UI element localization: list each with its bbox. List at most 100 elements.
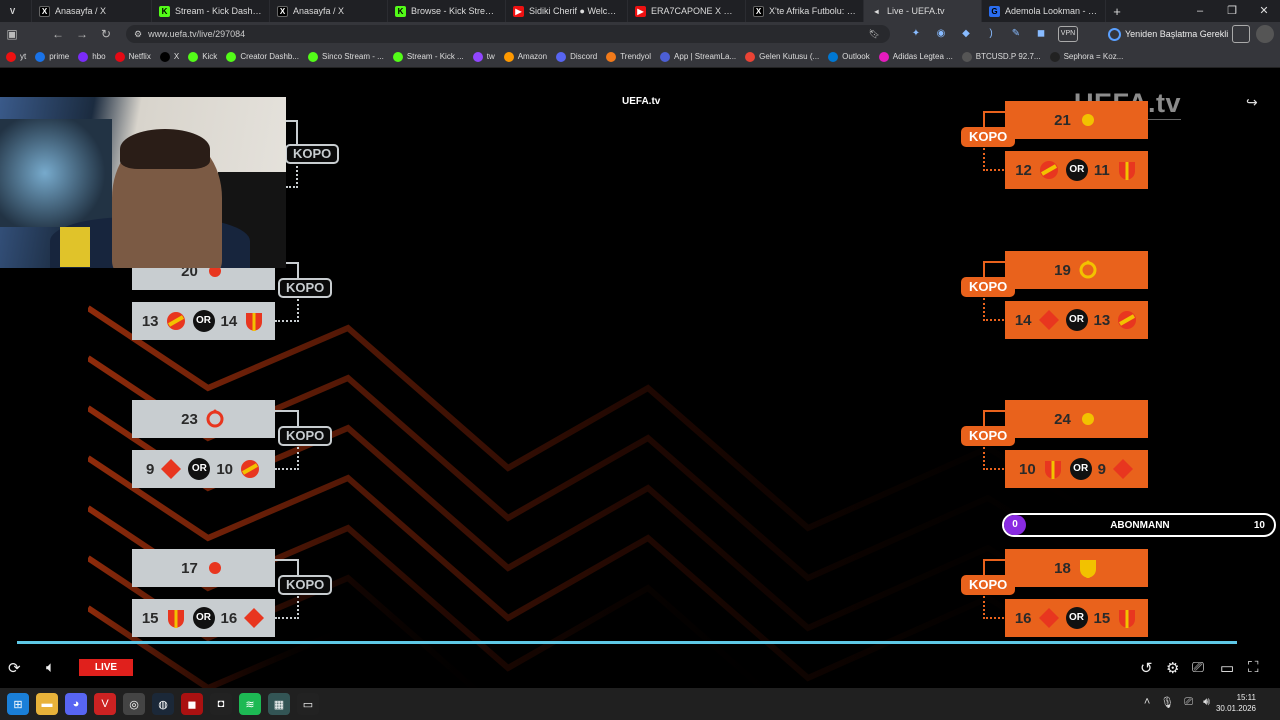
- new-tab-button[interactable]: +: [1106, 4, 1128, 19]
- forward-icon[interactable]: →: [70, 27, 94, 41]
- close-icon[interactable]: ✕: [1248, 0, 1280, 22]
- bookmark-item[interactable]: Outlook: [828, 51, 870, 62]
- minimize-icon[interactable]: –: [1184, 0, 1216, 22]
- bracket-dotted-connector: [983, 298, 1007, 321]
- file-explorer-icon[interactable]: ▬: [36, 693, 58, 715]
- bookmark-item[interactable]: hbo: [78, 51, 106, 62]
- bracket-dotted-connector: [286, 166, 298, 188]
- club-crest-icon: [165, 607, 187, 629]
- gear-icon[interactable]: ⚙: [1166, 659, 1179, 677]
- chevron-up-icon[interactable]: ˄: [1144, 696, 1150, 709]
- tab-label: Browse - Kick Streaming: [411, 6, 498, 16]
- bracket-playoff-box: 16 OR 15: [1005, 599, 1148, 637]
- club-crest-icon: [243, 607, 265, 629]
- panel-icon[interactable]: ▣: [0, 27, 24, 41]
- app-icon[interactable]: ◘: [210, 693, 232, 715]
- browser-menu-button[interactable]: V: [0, 0, 32, 22]
- progress-bar[interactable]: [17, 641, 1238, 644]
- bookmark-label: Discord: [570, 52, 598, 61]
- tab[interactable]: X Anasayfa / X: [270, 0, 388, 22]
- live-badge[interactable]: LIVE: [79, 659, 133, 676]
- extension-icon[interactable]: ◉: [933, 26, 949, 42]
- extension-icon[interactable]: ✦: [908, 26, 924, 42]
- tab[interactable]: ▶ Sidiki Cherif ● Welcome to: [506, 0, 628, 22]
- bookmark-item[interactable]: tw: [472, 51, 495, 62]
- maximize-icon[interactable]: ❐: [1216, 0, 1248, 22]
- update-button[interactable]: Yeniden Başlatma Gerekli: [1108, 25, 1228, 43]
- mic-icon[interactable]: 🎙︎: [1160, 696, 1174, 709]
- tab[interactable]: K Browse - Kick Streaming: [388, 0, 506, 22]
- tab[interactable]: K Stream - Kick Dashboard: [152, 0, 270, 22]
- tab[interactable]: ◂ Live - UEFA.tv: [864, 0, 982, 22]
- fullscreen-icon[interactable]: ⛶: [1248, 659, 1259, 676]
- extension-icons: ✦ ◉ ◆ ) ✎ ◼ VPN: [908, 26, 1078, 42]
- bookmark-item[interactable]: Discord: [556, 51, 598, 62]
- bracket-playoff-box: 15 OR 16: [132, 599, 275, 637]
- bookmark-item[interactable]: BTCUSD.P 92.7...: [961, 51, 1041, 62]
- bookmark-item[interactable]: Trendyol: [606, 51, 651, 62]
- tab[interactable]: X X'te Afrika Futbolu: " Fe: [746, 0, 864, 22]
- bookmark-item[interactable]: Amazon: [503, 51, 547, 62]
- spotify-icon[interactable]: ≋: [239, 693, 261, 715]
- bookmark-item[interactable]: App | StreamLa...: [660, 51, 736, 62]
- settings-live-icon[interactable]: ⟳: [8, 659, 21, 677]
- bookmark-item[interactable]: Sephora = Koz...: [1049, 51, 1123, 62]
- cast-icon[interactable]: ⎚: [1192, 659, 1204, 676]
- bookmark-item[interactable]: Adidas Legtea ...: [878, 51, 953, 62]
- bookmark-item[interactable]: yt: [6, 51, 26, 62]
- extension-icon[interactable]: ◼: [1033, 26, 1049, 42]
- extension-icon[interactable]: ◆: [958, 26, 974, 42]
- seed-number: 13: [1093, 311, 1111, 329]
- terminal-icon[interactable]: ▭: [297, 693, 319, 715]
- bookmark-item[interactable]: Creator Dashb...: [226, 51, 299, 62]
- extension-icon[interactable]: ✎: [1008, 26, 1024, 42]
- windows-start-icon[interactable]: ⊞: [7, 693, 29, 715]
- seed-number: 23: [181, 410, 198, 428]
- tab[interactable]: X Anasayfa / X: [32, 0, 152, 22]
- bookmark-item[interactable]: Netflix: [114, 51, 151, 62]
- bracket-playoff-box: 14 OR 13: [1005, 301, 1148, 339]
- replay-icon[interactable]: ↺: [1140, 659, 1153, 677]
- bracket-dotted-connector: [275, 447, 299, 470]
- site-info-icon[interactable]: ⚙: [134, 29, 142, 40]
- speaker-icon: ◂: [874, 6, 879, 16]
- clock[interactable]: 15:11 30.01.2026: [1216, 692, 1256, 714]
- x-icon: X: [277, 5, 288, 17]
- club-crest-icon: [239, 458, 261, 480]
- bookmark-item[interactable]: Stream - Kick ...: [392, 51, 464, 62]
- bookmark-item[interactable]: prime: [35, 51, 69, 62]
- avatar[interactable]: [1256, 25, 1274, 43]
- pip-icon[interactable]: ▭: [1220, 659, 1234, 677]
- bookmark-item[interactable]: X: [159, 51, 179, 62]
- vpn-badge[interactable]: VPN: [1058, 26, 1078, 42]
- share-icon[interactable]: ↪: [1246, 94, 1258, 111]
- kopo-label: KOPO: [961, 575, 1016, 595]
- extensions-icon[interactable]: [1232, 25, 1250, 43]
- app-icon[interactable]: ◼: [181, 693, 203, 715]
- video-player[interactable]: UEFA.tv UEFA.tv ↪ 2013OR14KOPO239OR10KOP…: [0, 68, 1280, 688]
- volume-icon[interactable]: 🔈︎: [46, 659, 55, 676]
- club-crest-icon: [1038, 309, 1060, 331]
- tab[interactable]: G Ademola Lookman - Oyunc: [982, 0, 1106, 22]
- bookmark-icon[interactable]: 🔖︎: [869, 29, 880, 40]
- network-icon[interactable]: ⎚: [1184, 696, 1193, 709]
- bracket-connector: [275, 559, 299, 576]
- bookmark-item[interactable]: Sinco Stream - ...: [308, 51, 384, 62]
- extension-icon[interactable]: ): [983, 26, 999, 42]
- back-icon[interactable]: ←: [46, 27, 70, 41]
- bookmark-item[interactable]: Gelen Kutusu (...: [745, 51, 819, 62]
- or-pill: OR: [1065, 159, 1088, 181]
- steam-icon[interactable]: ◍: [152, 693, 174, 715]
- speaker-icon[interactable]: 🔊︎: [1203, 696, 1210, 709]
- app-icon[interactable]: ▦: [268, 693, 290, 715]
- reload-icon[interactable]: ↻: [94, 27, 118, 41]
- obs-icon[interactable]: ◎: [123, 693, 145, 715]
- vivaldi-taskbar-icon[interactable]: V: [94, 693, 116, 715]
- seed-number: 16: [1014, 609, 1032, 627]
- discord-icon[interactable]: ◕: [65, 693, 87, 715]
- club-crest-icon: [1112, 458, 1134, 480]
- url-field[interactable]: ⚙ www.uefa.tv/live/297084 🔖︎: [126, 25, 890, 43]
- bookmark-item[interactable]: Kick: [188, 51, 217, 62]
- bookmark-favicon-icon: [503, 51, 514, 62]
- tab[interactable]: ▶ ERA7CAPONE X MURDA B: [628, 0, 746, 22]
